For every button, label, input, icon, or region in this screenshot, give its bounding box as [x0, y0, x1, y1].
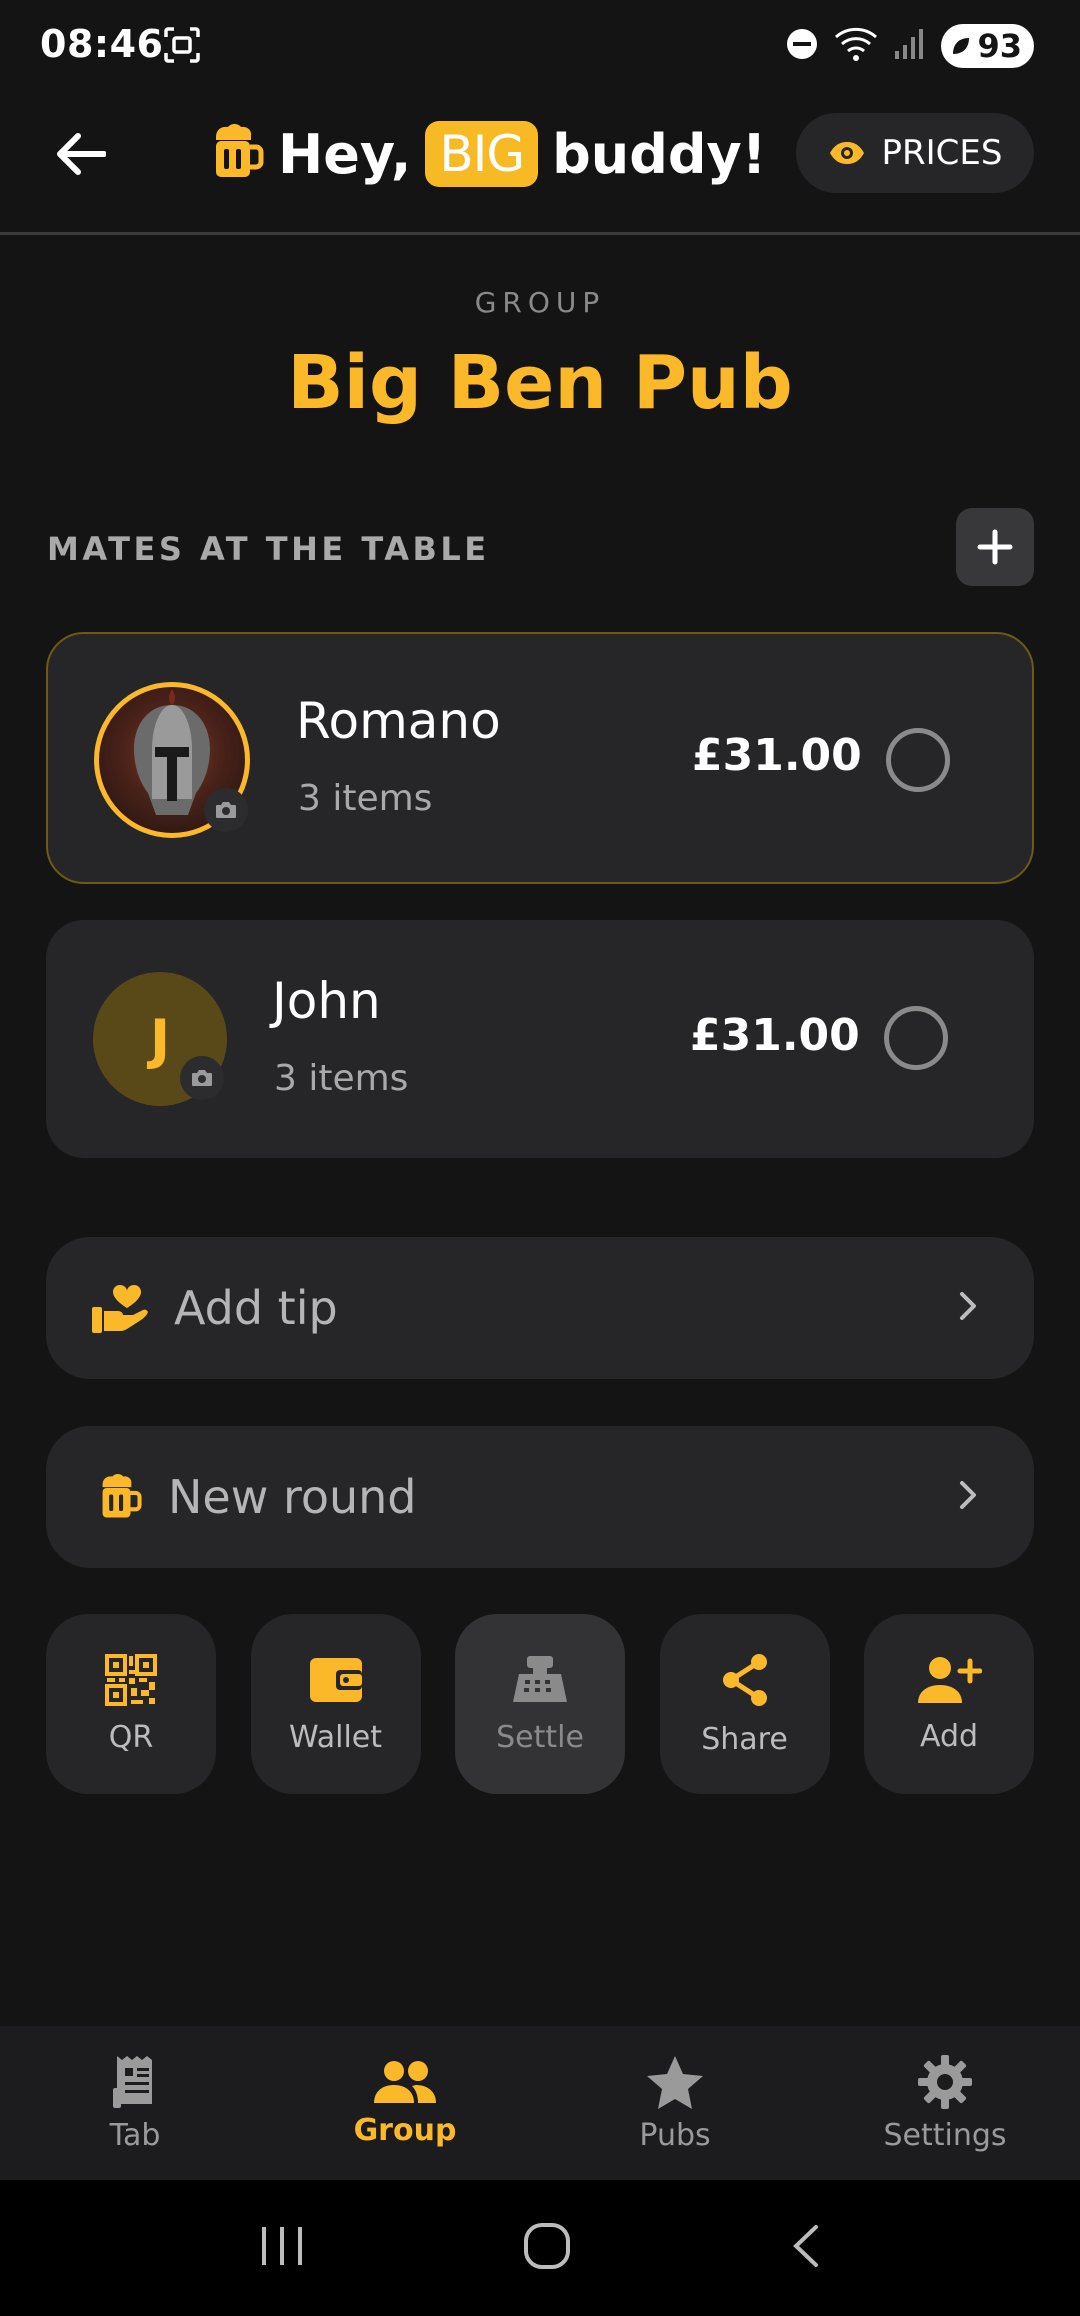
header-divider	[0, 232, 1080, 235]
recent-apps-icon[interactable]	[258, 2225, 306, 2271]
plus-icon	[977, 529, 1013, 565]
nav-label: Tab	[109, 2117, 161, 2153]
chevron-right-icon	[958, 1479, 978, 1515]
hand-heart-icon	[90, 1279, 148, 1337]
camera-icon[interactable]	[180, 1056, 224, 1100]
quick-actions: QR Wallet Settle Share Add	[46, 1614, 1034, 1794]
signal-icon	[893, 27, 927, 65]
greeting-suffix: buddy!	[552, 122, 767, 186]
home-icon[interactable]	[523, 2222, 571, 2274]
nav-label: Group	[353, 2112, 457, 2148]
add-tip-label: Add tip	[174, 1281, 338, 1335]
eye-icon	[829, 142, 864, 164]
nav-settings[interactable]: Settings	[810, 2026, 1080, 2180]
greeting-prefix: Hey,	[278, 122, 412, 186]
qr-icon	[105, 1653, 157, 1706]
nav-label: Pubs	[639, 2117, 711, 2153]
star-icon	[647, 2055, 703, 2109]
mate-card-john[interactable]: J John 3 items £31.00	[46, 920, 1034, 1158]
system-navigation	[0, 2180, 1080, 2316]
mate-items-count: 3 items	[298, 778, 433, 819]
wallet-button[interactable]: Wallet	[250, 1614, 421, 1794]
add-person-button[interactable]: Add	[864, 1614, 1034, 1794]
share-icon	[722, 1653, 767, 1706]
share-button[interactable]: Share	[659, 1614, 830, 1794]
camera-icon[interactable]	[204, 788, 248, 832]
mate-select-radio[interactable]	[886, 728, 950, 792]
new-round-button[interactable]: New round	[46, 1426, 1034, 1568]
tile-label: QR	[108, 1719, 154, 1755]
screenshot-icon	[162, 25, 202, 65]
gear-icon	[918, 2054, 972, 2109]
mate-select-radio[interactable]	[884, 1006, 948, 1070]
wallet-icon	[309, 1657, 362, 1702]
nav-group[interactable]: Group	[270, 2026, 540, 2180]
status-icons: 93	[785, 24, 1034, 68]
arrow-left-icon	[57, 133, 106, 175]
tile-label: Settle	[496, 1719, 584, 1755]
nav-label: Settings	[883, 2117, 1007, 2153]
mate-items-count: 3 items	[274, 1058, 409, 1099]
dnd-icon	[785, 27, 819, 65]
battery-level: 93	[977, 27, 1022, 65]
prices-button[interactable]: PRICES	[796, 113, 1034, 193]
chevron-right-icon	[958, 1290, 978, 1326]
tile-label: Add	[919, 1718, 979, 1754]
add-tip-button[interactable]: Add tip	[46, 1237, 1034, 1379]
status-time: 08:46	[40, 22, 164, 66]
cash-register-icon	[513, 1655, 567, 1702]
mate-name: Romano	[296, 692, 501, 750]
big-badge: BIG	[425, 121, 539, 187]
mates-heading: MATES AT THE TABLE	[47, 530, 490, 568]
group-name: Big Ben Pub	[287, 340, 793, 426]
brand-greeting: Hey, BIG buddy!	[208, 112, 766, 196]
beer-mug-icon	[208, 123, 264, 185]
add-mate-button[interactable]	[956, 508, 1034, 586]
mate-amount: £31.00	[690, 1010, 860, 1061]
new-round-label: New round	[168, 1470, 417, 1524]
tile-label: Share	[701, 1721, 788, 1757]
system-back-icon[interactable]	[788, 2223, 822, 2273]
add-person-icon	[918, 1656, 982, 1703]
group-icon	[374, 2060, 436, 2103]
battery-icon: 93	[941, 24, 1034, 68]
beer-mug-icon	[90, 1468, 148, 1526]
group-label: GROUP	[474, 286, 606, 319]
tile-label: Wallet	[288, 1719, 383, 1755]
prices-label: PRICES	[881, 133, 1003, 173]
mate-card-romano[interactable]: Romano 3 items £31.00	[46, 632, 1034, 884]
settle-button[interactable]: Settle	[455, 1614, 625, 1794]
receipt-icon	[113, 2055, 152, 2108]
nav-pubs[interactable]: Pubs	[540, 2026, 810, 2180]
back-button[interactable]	[44, 118, 116, 190]
bottom-navigation: Tab Group Pubs Settings	[0, 2026, 1080, 2180]
qr-button[interactable]: QR	[46, 1614, 216, 1794]
nav-tab[interactable]: Tab	[0, 2026, 270, 2180]
mate-name: John	[272, 972, 381, 1030]
wifi-icon	[833, 25, 879, 67]
mate-amount: £31.00	[692, 730, 862, 781]
